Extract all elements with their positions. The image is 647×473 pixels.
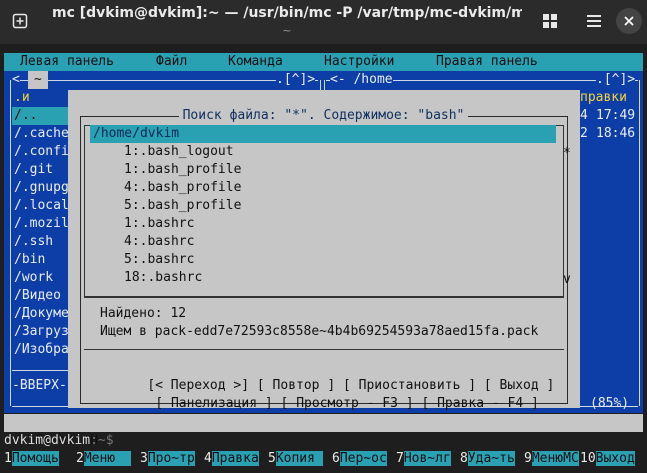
fkey-mkdir[interactable]: 7Нов~лг <box>396 450 451 468</box>
close-window-button[interactable] <box>616 8 642 34</box>
found-count: Найдено: 12 <box>100 306 187 321</box>
search-status: Ищем в pack-edd7e72593c8558e~4b4b6925459… <box>100 324 539 339</box>
fkey-mcmenu[interactable]: 9МенюМС <box>524 450 579 468</box>
fkey-delete[interactable]: 8Уда~ть <box>460 450 515 468</box>
result-item[interactable]: 5:.bash_profile <box>124 197 241 215</box>
left-panel-item[interactable]: /.cache <box>14 125 69 143</box>
window-subtitle: ~ <box>282 24 292 37</box>
left-panel-item[interactable]: /Видео <box>14 287 61 305</box>
new-tab-button[interactable] <box>6 7 34 35</box>
panelize-button[interactable]: [ Панелизация ] <box>155 396 272 411</box>
edit-button[interactable]: [ Правка - F4 ] <box>421 396 538 411</box>
results-selected-dir[interactable]: /home/dvkim <box>90 125 556 143</box>
results-scroll-marker: * <box>563 146 571 161</box>
left-panel-item[interactable]: /work <box>14 269 53 287</box>
fkey-help[interactable]: 1Помощь <box>4 450 59 468</box>
result-item[interactable]: 1:.bashrc <box>124 215 194 233</box>
menu-file[interactable]: Файл <box>156 53 187 71</box>
hint-bar: Совет: Н авиш. <box>4 414 643 466</box>
left-panel-item[interactable]: /Изобра <box>14 341 69 359</box>
mc-menubar: Левая панель Файл Команда Настройки Прав… <box>4 53 643 71</box>
window-titlebar: mc [dvkim@dvkim]:~ — /usr/bin/mc -P /var… <box>0 0 647 44</box>
menu-settings[interactable]: Настройки <box>324 53 394 71</box>
new-tab-icon <box>12 13 28 29</box>
left-panel-tab[interactable]: ~ <box>28 71 48 89</box>
left-panel-item[interactable]: /Загруз <box>14 323 69 341</box>
shell-prompt[interactable]: dvkim@dvkim:~$ <box>4 432 114 450</box>
fkey-copy[interactable]: 5Копия <box>268 450 323 468</box>
dialog-buttons-row1: [< Переход >] [ Повтор ] [ Приостановить… <box>116 359 554 393</box>
left-panel-item[interactable]: /.confi <box>14 143 69 161</box>
menu-command[interactable]: Команда <box>228 53 283 71</box>
right-panel-header-left[interactable]: <- /home <box>330 71 393 89</box>
left-panel-footer: -ВВЕРХ- <box>12 378 67 393</box>
result-item[interactable]: 4:.bashrc <box>124 233 194 251</box>
window-title: mc [dvkim@dvkim]:~ — /usr/bin/mc -P /var… <box>52 5 522 21</box>
fkey-move[interactable]: 6Пер~ос <box>332 450 387 468</box>
left-panel-header-left: < <box>12 71 20 89</box>
dialog-title: Поиск файла: "*". Содержимое: "bash" <box>0 107 647 125</box>
result-item[interactable]: 18:.bashrc <box>124 269 202 287</box>
fkey-quit[interactable]: 10Выход <box>580 450 635 468</box>
left-panel-item[interactable]: /.local <box>14 197 69 215</box>
result-item[interactable]: 4:.bash_profile <box>124 179 241 197</box>
grid-view-button[interactable] <box>536 7 564 35</box>
right-panel-num: 2 <box>580 126 588 141</box>
results-scroll-down-marker[interactable]: v <box>563 271 571 289</box>
prompt-user: dvkim@dvkim <box>4 433 91 448</box>
result-item[interactable]: 1:.bash_profile <box>124 161 241 179</box>
menu-right-panel[interactable]: Правая панель <box>436 53 538 71</box>
hamburger-icon <box>587 15 601 27</box>
left-panel-item[interactable]: /Докуме <box>14 305 69 323</box>
right-panel-footer: (85%) <box>590 396 630 411</box>
right-panel-time: 18:46 <box>596 126 636 141</box>
menu-left-panel[interactable]: Левая панель <box>20 53 114 71</box>
grid-icon <box>543 14 557 28</box>
function-key-bar: 1Помощь 2Меню 3Про~тр 4Правка 5Копия 6Пе… <box>0 450 647 468</box>
fkey-edit[interactable]: 4Правка <box>204 450 259 468</box>
left-panel-item[interactable]: /bin <box>14 251 45 269</box>
view-button[interactable]: [ Просмотр - F3 ] <box>281 396 414 411</box>
prompt-path: :~$ <box>90 433 114 448</box>
result-item[interactable]: 5:.bashrc <box>124 251 194 269</box>
left-panel-item[interactable]: /.gnupg <box>14 179 69 197</box>
left-panel-header-right[interactable]: .[^]> <box>276 71 316 89</box>
menu-button[interactable] <box>580 7 608 35</box>
left-panel-item[interactable]: /.git <box>14 161 53 179</box>
left-panel-item[interactable]: /.mozil <box>14 215 69 233</box>
close-icon <box>624 16 634 26</box>
fkey-view[interactable]: 3Про~тр <box>140 450 195 468</box>
dialog-buttons-row2: [ Панелизация ] [ Просмотр - F3 ] [ Прав… <box>124 377 539 411</box>
result-item[interactable]: 1:.bash_logout <box>124 143 234 161</box>
left-panel-name-column: .и <box>14 90 30 105</box>
right-panel-column-header: правки <box>580 90 627 105</box>
terminal[interactable]: Левая панель Файл Команда Настройки Прав… <box>0 44 647 473</box>
right-panel-header-right[interactable]: .[^]> <box>596 71 636 89</box>
fkey-menu[interactable]: 2Меню <box>76 450 131 468</box>
left-panel-item[interactable]: /.ssh <box>14 233 53 251</box>
